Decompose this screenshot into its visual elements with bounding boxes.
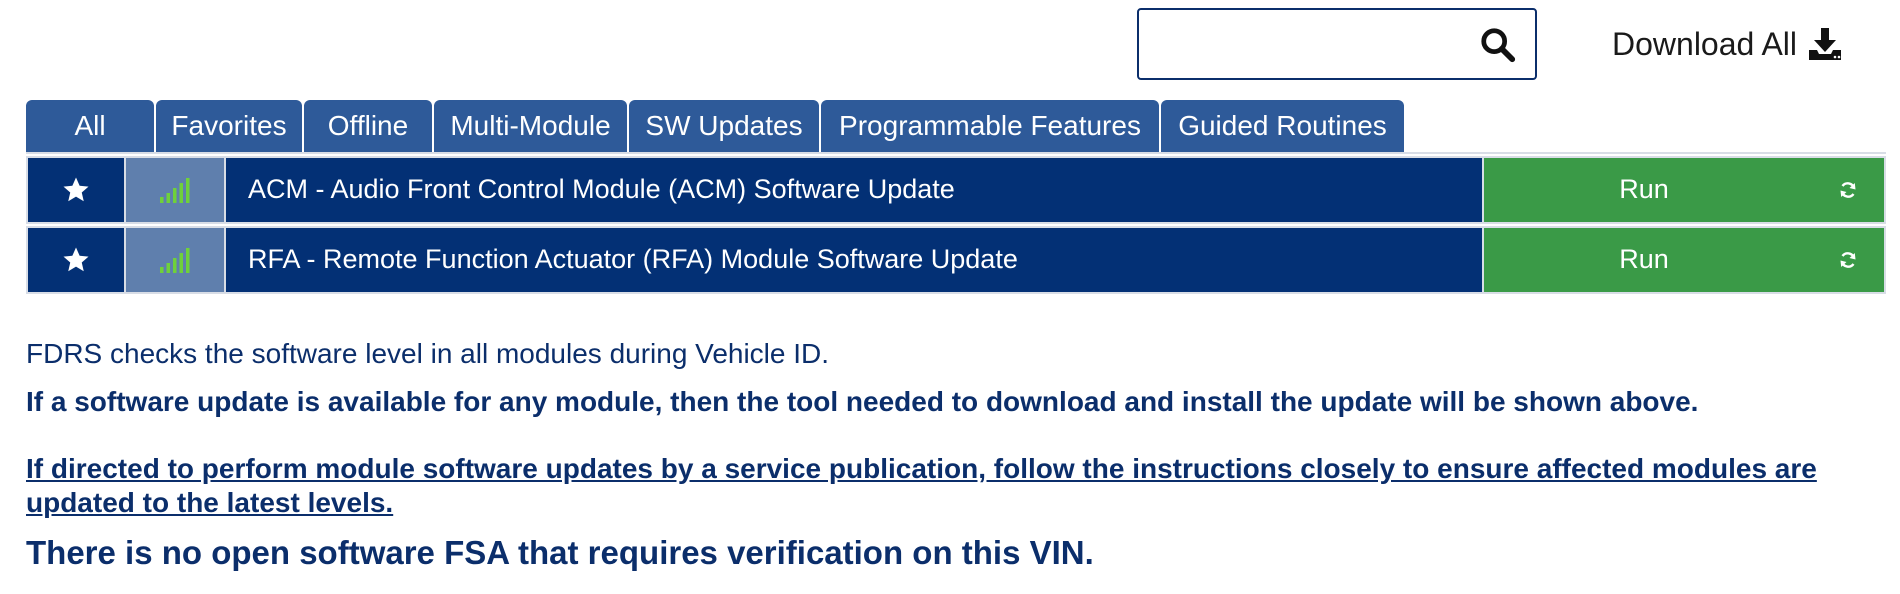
routine-title[interactable]: ACM - Audio Front Control Module (ACM) S…: [224, 156, 1482, 224]
tab-multi-module[interactable]: Multi-Module: [434, 100, 627, 152]
tab-programmable-features[interactable]: Programmable Features: [821, 100, 1159, 152]
run-label: Run: [1619, 244, 1669, 274]
favorite-toggle[interactable]: [26, 226, 124, 294]
run-button[interactable]: Run: [1482, 226, 1886, 294]
signal-cell: [124, 226, 224, 294]
favorite-toggle[interactable]: [26, 156, 124, 224]
routine-row: RFA - Remote Function Actuator (RFA) Mod…: [26, 226, 1886, 294]
signal-bars-icon: [160, 248, 190, 273]
fsa-status-text: There is no open software FSA that requi…: [26, 534, 1094, 571]
service-publication-link[interactable]: If directed to perform module software u…: [26, 452, 1866, 520]
download-icon: [1809, 28, 1841, 60]
refresh-icon[interactable]: [1838, 250, 1858, 270]
info-vehicle-id-text: FDRS checks the software level in all mo…: [26, 338, 830, 369]
star-icon: [63, 247, 89, 272]
run-label: Run: [1619, 174, 1669, 204]
tab-offline[interactable]: Offline: [304, 100, 432, 152]
tab-all[interactable]: All: [26, 100, 154, 152]
routine-title[interactable]: RFA - Remote Function Actuator (RFA) Mod…: [224, 226, 1482, 294]
search-box[interactable]: [1137, 8, 1537, 80]
download-all-button[interactable]: Download All: [1612, 22, 1843, 66]
signal-bars-icon: [160, 178, 190, 203]
star-icon: [63, 177, 89, 202]
signal-cell: [124, 156, 224, 224]
run-button[interactable]: Run: [1482, 156, 1886, 224]
download-all-label: Download All: [1612, 25, 1797, 62]
search-icon[interactable]: [1479, 26, 1517, 64]
tab-sw-updates[interactable]: SW Updates: [629, 100, 819, 152]
tab-bar: All Favorites Offline Multi-Module SW Up…: [26, 100, 1406, 152]
tab-divider: [26, 152, 1886, 154]
tab-favorites[interactable]: Favorites: [156, 100, 302, 152]
routine-row: ACM - Audio Front Control Module (ACM) S…: [26, 156, 1886, 224]
refresh-icon[interactable]: [1838, 180, 1858, 200]
search-input[interactable]: [1149, 20, 1473, 70]
info-update-available-text: If a software update is available for an…: [26, 386, 1699, 417]
tab-guided-routines[interactable]: Guided Routines: [1161, 100, 1404, 152]
